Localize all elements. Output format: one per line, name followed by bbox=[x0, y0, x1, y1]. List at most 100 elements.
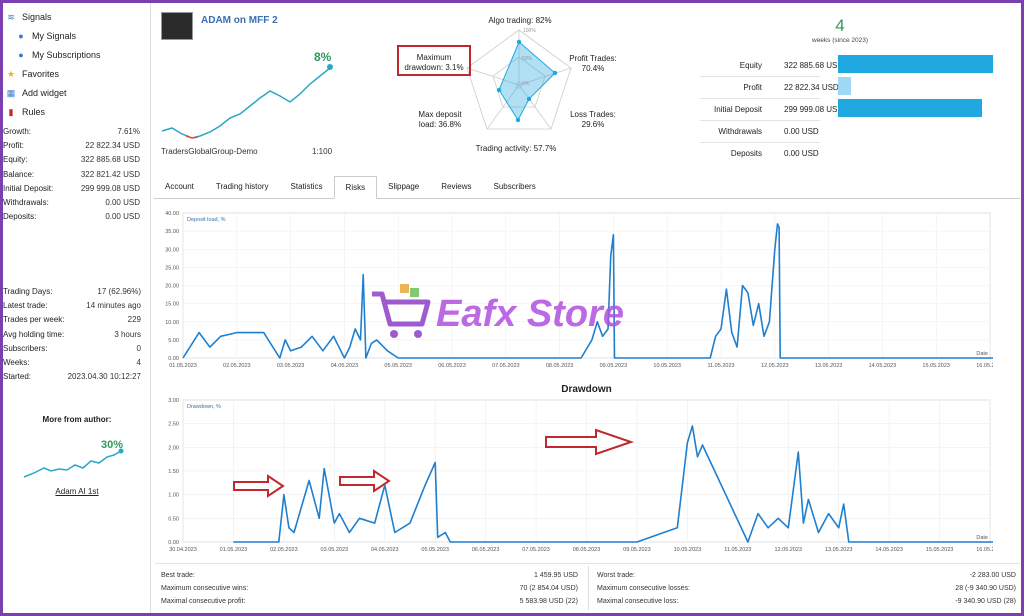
radar-label-deposit-load: Max deposit load: 36.8% bbox=[418, 110, 462, 129]
x-tick-label: 15.05.2023 bbox=[922, 363, 950, 369]
bookmark-icon: ▮ bbox=[8, 106, 14, 117]
y-tick-label: 0.50 bbox=[168, 516, 179, 522]
stat-row: Deposits: 0.00 USD bbox=[3, 210, 150, 224]
summary-label: Worst trade: bbox=[597, 572, 635, 579]
tab-statistics[interactable]: Statistics bbox=[280, 176, 334, 198]
balance-bar bbox=[838, 77, 851, 95]
sidebar-item-label: Favorites bbox=[22, 68, 60, 79]
stat-row: Subscribers: 0 bbox=[3, 342, 151, 356]
balance-value: 0.00 USD bbox=[784, 149, 819, 158]
x-tick-label: 11.05.2023 bbox=[707, 363, 734, 369]
x-tick-label: 08.05.2023 bbox=[573, 547, 601, 553]
weeks-count: 4 bbox=[835, 16, 845, 35]
y-tick-label: 30.00 bbox=[165, 247, 179, 253]
y-tick-label: 2.50 bbox=[168, 422, 179, 428]
sidebar-item-label: Add widget bbox=[22, 87, 67, 98]
stat-value: 0.00 USD bbox=[105, 212, 140, 222]
balance-row-profit: Profit 22 822.34 USD bbox=[700, 77, 1020, 97]
sidebar-item-signals[interactable]: ≋ Signals bbox=[3, 7, 150, 26]
author-signal-link[interactable]: Adam AI 1st bbox=[3, 487, 151, 496]
stat-value: 322 821.42 USD bbox=[80, 169, 140, 179]
x-tick-label: 02.05.2023 bbox=[270, 547, 298, 553]
y-tick-label: 0.00 bbox=[168, 356, 179, 362]
y-tick-label: 2.00 bbox=[168, 445, 179, 451]
stat-label: Withdrawals: bbox=[3, 197, 49, 207]
x-tick-label: 07.05.2023 bbox=[492, 363, 520, 369]
x-tick-label: 13.05.2023 bbox=[825, 547, 853, 553]
series-line bbox=[182, 223, 993, 359]
x-tick-label: 11.05.2023 bbox=[724, 547, 751, 553]
x-tick-label: 16.05.2023 bbox=[976, 363, 993, 369]
stat-row: Started: 2023.04.30 10:12:27 bbox=[3, 370, 151, 384]
x-tick-label: 09.05.2023 bbox=[600, 363, 628, 369]
x-tick-label: 14.05.2023 bbox=[869, 363, 897, 369]
stat-label: Trading Days: bbox=[3, 287, 53, 296]
summary-value: 28 (-9 340.90 USD) bbox=[955, 585, 1016, 592]
x-tick-label: 12.05.2023 bbox=[761, 363, 789, 369]
stat-row: Balance: 322 821.42 USD bbox=[3, 168, 150, 182]
y-tick-label: 15.00 bbox=[165, 302, 179, 308]
sidebar-item-rules[interactable]: ▮ Rules bbox=[3, 102, 150, 121]
x-tick-label: 02.05.2023 bbox=[223, 363, 251, 369]
stat-row: Profit: 22 822.34 USD bbox=[3, 139, 150, 153]
stat-label: Balance: bbox=[3, 169, 35, 179]
weeks-label: weeks (since 2023) bbox=[812, 37, 868, 44]
x-tick-label: 06.05.2023 bbox=[472, 547, 500, 553]
tab-account[interactable]: Account bbox=[154, 176, 205, 198]
x-tick-label: 14.05.2023 bbox=[875, 547, 903, 553]
stat-row: Latest trade: 14 minutes ago bbox=[3, 299, 151, 313]
balance-label: Deposits bbox=[730, 149, 762, 158]
sidebar-item-my-subscriptions[interactable]: ● My Subscriptions bbox=[3, 45, 150, 64]
widget-icon: ▦ bbox=[6, 87, 16, 98]
signal-title[interactable]: ADAM on MFF 2 bbox=[201, 15, 278, 26]
stat-row: Initial Deposit: 299 999.08 USD bbox=[3, 182, 150, 196]
stat-value: 3 hours bbox=[114, 329, 141, 339]
sidebar-item-add-widget[interactable]: ▦ Add widget bbox=[3, 83, 150, 102]
tab-risks[interactable]: Risks bbox=[333, 176, 378, 199]
stat-value: 299 999.08 USD bbox=[80, 183, 140, 193]
drawdown-highlight-box bbox=[397, 45, 471, 76]
tab-slippage[interactable]: Slippage bbox=[377, 176, 430, 198]
radar-label-algo: Algo trading: 82% bbox=[488, 16, 552, 25]
balance-value: 22 822.34 USD bbox=[784, 83, 839, 92]
author-growth-pct: 30% bbox=[101, 439, 124, 451]
x-tick-label: 09.05.2023 bbox=[623, 547, 651, 553]
series-label: Deposit load, % bbox=[187, 217, 226, 223]
summary-label: Maximal consecutive loss: bbox=[597, 598, 679, 605]
sidebar-item-my-signals[interactable]: ● My Signals bbox=[3, 26, 150, 45]
tab-subscribers[interactable]: Subscribers bbox=[482, 176, 546, 198]
stat-label: Started: bbox=[3, 372, 32, 382]
x-tick-label: 10.05.2023 bbox=[674, 547, 702, 553]
y-tick-label: 1.50 bbox=[168, 469, 179, 475]
star-icon: ★ bbox=[6, 68, 16, 79]
stat-value: 322 885.68 USD bbox=[80, 155, 140, 165]
signal-icon: ≋ bbox=[7, 11, 15, 22]
y-tick-label: 35.00 bbox=[165, 229, 179, 235]
sidebar-nav: ≋ Signals ● My Signals ● My Subscriptions ★ Fav… bbox=[3, 3, 150, 121]
summary-label: Best trade: bbox=[161, 572, 195, 579]
stat-label: Subscribers: bbox=[3, 343, 48, 353]
trading-stats: Trading Days: 17 (62.96%) Latest trade: 14 … bbox=[3, 285, 151, 384]
y-tick-label: 5.00 bbox=[168, 338, 179, 344]
stat-value: 229 bbox=[127, 315, 141, 325]
stat-value: 0 bbox=[136, 343, 141, 353]
sidebar: ≋ Signals ● My Signals ● My Subscriptions ★ Fav… bbox=[3, 3, 151, 613]
x-tick-label: 01.05.2023 bbox=[220, 547, 248, 553]
summary-label: Maximum consecutive losses: bbox=[597, 585, 690, 592]
x-tick-label: 16.05.2023 bbox=[976, 547, 993, 553]
tab-reviews[interactable]: Reviews bbox=[430, 176, 482, 198]
y-tick-label: 20.00 bbox=[165, 284, 179, 290]
x-tick-label: 04.05.2023 bbox=[371, 547, 399, 553]
balance-bar bbox=[838, 55, 993, 73]
balance-label: Initial Deposit bbox=[713, 105, 762, 114]
stat-label: Latest trade: bbox=[3, 301, 48, 311]
sidebar-item-favorites[interactable]: ★ Favorites bbox=[3, 64, 150, 83]
signal-avatar[interactable] bbox=[161, 12, 193, 40]
x-tick-label: 01.05.2023 bbox=[169, 363, 197, 369]
x-tick-label: 30.04.2023 bbox=[169, 547, 197, 553]
radar-label-activity: Trading activity: 57.7% bbox=[475, 144, 557, 153]
balance-label: Profit bbox=[743, 83, 762, 92]
tab-trading-history[interactable]: Trading history bbox=[205, 176, 280, 198]
stat-row: Equity: 322 885.68 USD bbox=[3, 153, 150, 167]
stat-row: Withdrawals: 0.00 USD bbox=[3, 196, 150, 210]
